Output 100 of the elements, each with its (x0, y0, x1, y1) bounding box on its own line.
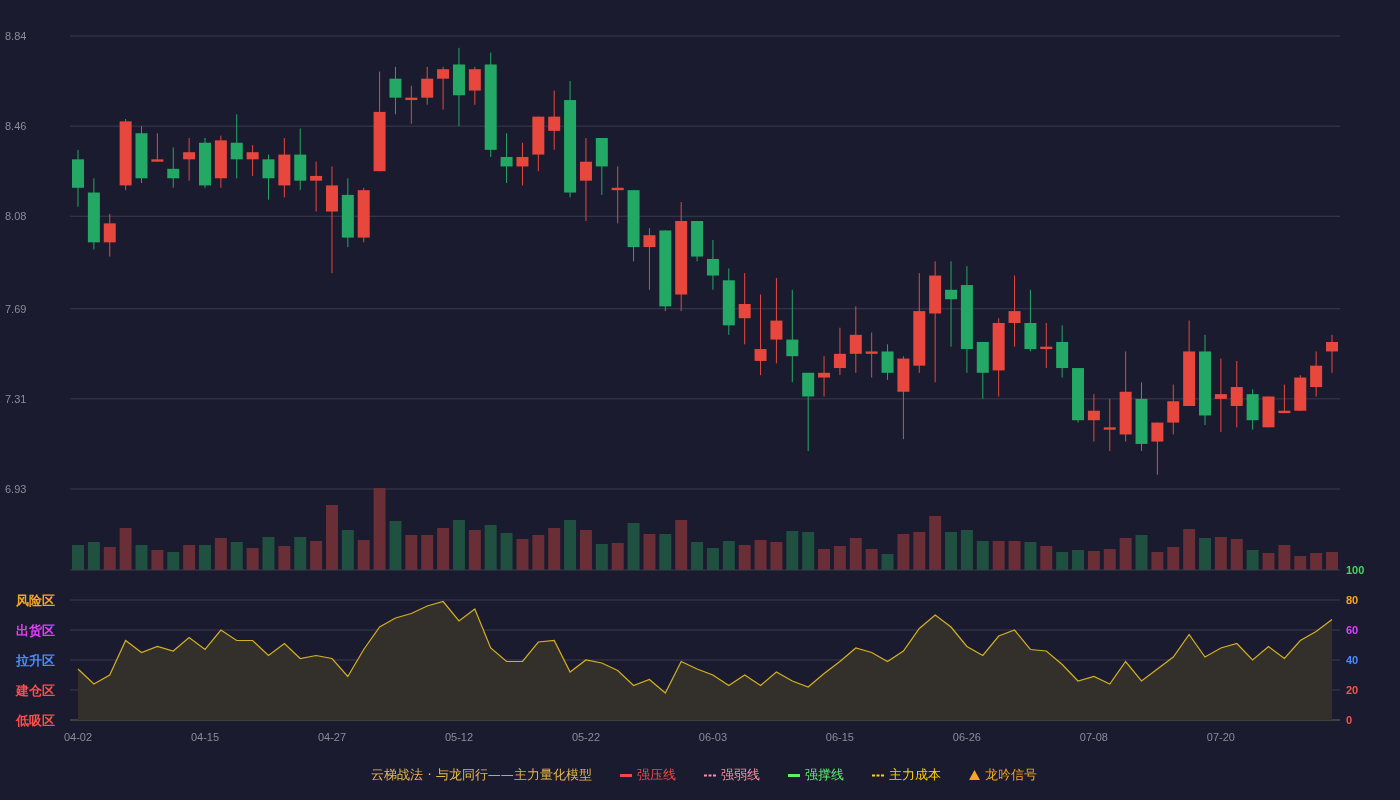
volume-bar (484, 525, 497, 570)
axis-label: 7.69 (5, 302, 27, 315)
volume-bar (1119, 538, 1132, 570)
volume-bar (326, 505, 338, 570)
legend-label[interactable]: 强撑线 (804, 766, 844, 784)
volume-bar (199, 545, 211, 570)
volume-bar (833, 546, 846, 570)
volume-bar (278, 546, 291, 570)
volume-bar (913, 532, 926, 570)
volume-bar (706, 548, 719, 570)
volume-bar (468, 530, 481, 570)
volume-bar (262, 537, 275, 570)
zone-label: 拉升区 (16, 653, 55, 668)
axis-label: 80 (1346, 594, 1359, 606)
volume-bar (691, 542, 704, 570)
axis-label: 0 (1346, 714, 1353, 726)
volume-bar (786, 531, 799, 570)
axis-label: 04-27 (317, 731, 347, 743)
volume-bar (1056, 552, 1069, 570)
volume-bar (103, 547, 116, 570)
volume-bar (357, 540, 370, 570)
volume-bar (722, 541, 735, 570)
axis-label: 07-20 (1206, 731, 1235, 743)
volume-bar (341, 530, 354, 570)
volume-bar (754, 540, 767, 570)
volume-bar (167, 552, 180, 570)
axis-label: 06-26 (952, 731, 981, 743)
axis-label: 8.08 (5, 210, 27, 223)
volume-bar (516, 539, 529, 570)
volume-bar (214, 538, 227, 570)
volume-bar (1326, 552, 1338, 570)
legend-label[interactable]: 强压线 (636, 766, 676, 784)
axis-label: 40 (1346, 654, 1359, 666)
volume-bar (929, 516, 942, 570)
volume-bar (945, 532, 958, 570)
volume-bar (548, 528, 561, 570)
axis-label: 7.31 (5, 392, 27, 405)
volume-bar (389, 521, 402, 570)
volume-bar (87, 542, 100, 570)
volume-bar (1072, 550, 1085, 570)
volume-bar (770, 542, 783, 570)
axis-label: 100 (1346, 564, 1365, 576)
legend-label[interactable]: 主力成本 (888, 766, 941, 784)
volume-bar (611, 543, 624, 570)
volume-bar (881, 554, 894, 570)
volume-bar (294, 537, 307, 570)
axis-label: 07-08 (1079, 731, 1108, 743)
volume-bar (659, 534, 672, 570)
volume-bar (1103, 549, 1116, 570)
volume-bar (992, 541, 1005, 570)
axis-label: 8.46 (5, 120, 27, 133)
legend-label[interactable]: 龙吟信号 (984, 766, 1037, 784)
volume-bar (1278, 545, 1291, 570)
volume-bar (1199, 538, 1211, 570)
zone-label: 建仓区 (16, 683, 55, 698)
axis-label: 6.93 (5, 483, 27, 495)
zone-label: 风险区 (16, 593, 55, 608)
volume-bar (183, 545, 196, 570)
volume-bar (818, 549, 831, 570)
volume-bar (230, 542, 243, 570)
volume-bar (1294, 556, 1307, 570)
volume-bar (310, 541, 323, 570)
volume-bar (627, 523, 640, 570)
volume-bar (1024, 542, 1037, 570)
volume-bar (643, 534, 656, 570)
axis-label: 04-02 (63, 731, 93, 743)
volume-bar (1135, 535, 1148, 570)
volume-bar (532, 535, 545, 570)
zone-label: 低吸区 (16, 713, 55, 728)
volume-bar (500, 533, 513, 570)
volume-bar (738, 545, 751, 570)
volume-bar (1167, 547, 1180, 570)
volume-bar (960, 530, 973, 570)
volume-bar (405, 535, 418, 570)
volume-bar (437, 528, 450, 570)
volume-bar (976, 541, 989, 570)
axis-label: 04-15 (190, 731, 220, 743)
axis-label: 05-12 (444, 731, 474, 743)
volume-bar (151, 550, 164, 570)
volume-bar (246, 548, 259, 570)
axis-label: 8.84 (5, 30, 27, 42)
volume-bar (72, 545, 84, 570)
volume-bar (595, 544, 608, 570)
zone-label: 出货区 (16, 623, 55, 638)
volume-bar (1151, 552, 1164, 570)
volume-bar (1230, 539, 1243, 570)
volume-bar (1246, 550, 1259, 570)
axis-label: 60 (1346, 624, 1359, 636)
axis-label: 05-22 (571, 731, 600, 743)
volume-bar (1040, 546, 1053, 570)
volume-bar (849, 538, 862, 570)
volume-bar (135, 545, 148, 570)
volume-bar (1214, 537, 1227, 570)
volume-bar (802, 532, 815, 570)
volume-bar (897, 534, 910, 570)
legend-title: 云梯战法 · 与龙同行——主力量化模型 (371, 766, 592, 784)
volume-bar (1183, 529, 1196, 570)
legend-label[interactable]: 强弱线 (720, 766, 760, 784)
volume-bar (119, 528, 132, 570)
volume-bar (452, 520, 465, 570)
